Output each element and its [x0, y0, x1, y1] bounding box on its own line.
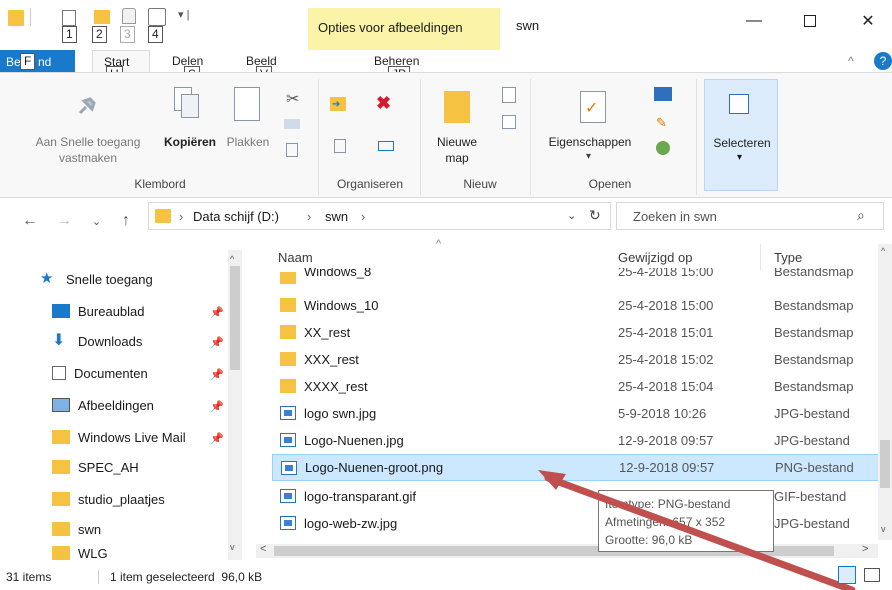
status-separator [98, 570, 99, 584]
details-view-icon[interactable] [838, 566, 856, 584]
status-item-count: 31 items [6, 570, 52, 584]
annotation-arrow-head [538, 470, 566, 490]
annotation-arrow [538, 470, 856, 590]
status-selection: 1 item geselecteerd 96,0 kB [110, 570, 263, 584]
large-icons-view-icon[interactable] [864, 568, 880, 582]
annotation-arrow-shaft [544, 474, 856, 590]
